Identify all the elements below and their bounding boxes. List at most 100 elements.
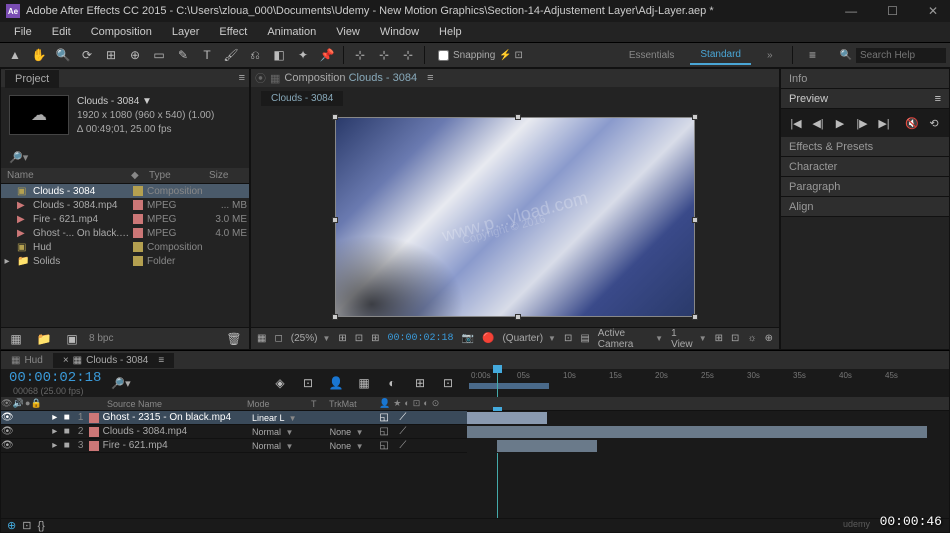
parent-col-icon[interactable]: ⊙ (432, 398, 440, 409)
channel-icon[interactable]: 🔴 (482, 333, 494, 344)
menu-help[interactable]: Help (431, 24, 470, 40)
zoom-tool-icon[interactable]: 🔍 (52, 45, 74, 65)
grid-icon[interactable]: ⊞ (371, 333, 379, 344)
viewer-time[interactable]: 00:00:02:18 (388, 333, 454, 344)
expand-layer-icon[interactable]: ▸ (49, 412, 61, 423)
brainstorm-icon[interactable]: ⊡ (437, 373, 459, 393)
comp-menu-icon[interactable]: ≡ (427, 72, 433, 84)
label-color-icon[interactable] (133, 200, 143, 210)
search-input[interactable] (856, 48, 946, 63)
selection-tool-icon[interactable]: ▲ (4, 45, 26, 65)
transform-handle[interactable] (515, 314, 521, 320)
workspace-standard[interactable]: Standard (690, 46, 751, 65)
transform-handle[interactable] (332, 314, 338, 320)
workspace-essentials[interactable]: Essentials (619, 47, 685, 64)
maximize-button[interactable]: ☐ (881, 4, 904, 18)
switch-normal-icon[interactable]: ◱ (379, 412, 399, 423)
new-folder-icon[interactable]: 📁 (33, 329, 55, 349)
minimize-button[interactable]: — (839, 4, 863, 18)
layer-row[interactable]: 👁▸■2Clouds - 3084.mp4Normal ▼None ▼◱⟋ (1, 425, 949, 439)
prev-frame-icon[interactable]: ◀| (811, 116, 825, 130)
label-color-icon[interactable] (133, 228, 143, 238)
workspace-menu-icon[interactable]: ≡ (802, 45, 824, 65)
mute-icon[interactable]: 🔇 (905, 116, 919, 130)
next-frame-icon[interactable]: |▶ (855, 116, 869, 130)
work-area-bar[interactable] (469, 383, 549, 389)
roto-tool-icon[interactable]: ✦ (292, 45, 314, 65)
timeline-tab-clouds[interactable]: × ▦ Clouds - 3084 ≡ (53, 353, 174, 368)
layer-duration-bar[interactable] (467, 426, 927, 438)
timeline-icon[interactable]: ▤ (580, 333, 589, 344)
new-comp-icon[interactable]: ▣ (61, 329, 83, 349)
transform-handle[interactable] (332, 217, 338, 223)
switch-fx-icon[interactable]: ⟋ (399, 440, 419, 451)
text-tool-icon[interactable]: T (196, 45, 218, 65)
shy-switch-icon[interactable]: 👤 (379, 398, 390, 409)
alpha-toggle-icon[interactable]: ▦ (257, 333, 266, 344)
clone-tool-icon[interactable]: ⎌ (244, 45, 266, 65)
frame-blend-icon[interactable]: ▦ (353, 373, 375, 393)
expand-layer-icon[interactable]: ▸ (49, 440, 61, 451)
switch-fx-icon[interactable]: ⟋ (399, 426, 419, 437)
first-frame-icon[interactable]: |◀ (789, 116, 803, 130)
toggle-switches-icon[interactable]: ⊕ (7, 519, 16, 532)
render-toggle-icon[interactable]: ◻ (274, 333, 282, 344)
interpret-footage-icon[interactable]: ▦ (5, 329, 27, 349)
effects-panel-header[interactable]: Effects & Presets (781, 137, 949, 157)
snapping-checkbox[interactable] (438, 50, 449, 61)
preview-panel-header[interactable]: Preview ≡ (781, 89, 949, 109)
snapshot-icon[interactable]: 📷 (462, 333, 474, 344)
workspace-more[interactable]: » (757, 47, 783, 64)
bpc-label[interactable]: 8 bpc (89, 333, 113, 344)
exposure-icon[interactable]: ☼ (747, 333, 756, 344)
col-t[interactable]: T (311, 399, 329, 409)
info-panel-header[interactable]: Info (781, 69, 949, 89)
transform-handle[interactable] (692, 314, 698, 320)
views-dropdown[interactable]: 1 View▼ (671, 328, 707, 350)
character-panel-header[interactable]: Character (781, 157, 949, 177)
panel-menu-icon[interactable]: ≡ (239, 72, 245, 84)
video-col-icon[interactable]: 👁 (1, 398, 12, 409)
local-axis-icon[interactable]: ⊹ (349, 45, 371, 65)
close-button[interactable]: ✕ (922, 4, 944, 18)
project-search-icon[interactable]: 🔎▾ (9, 151, 28, 164)
playhead[interactable] (497, 369, 498, 397)
switch-normal-icon[interactable]: ◱ (379, 440, 399, 451)
blend-mode-dropdown[interactable]: Normal ▼ (252, 427, 312, 437)
layer-name[interactable]: Ghost - 2315 - On black.mp4 (103, 412, 252, 423)
project-item[interactable]: ▶Ghost -... On black.mp4MPEG4.0 ME (1, 226, 249, 240)
video-toggle-icon[interactable]: 👁 (1, 440, 13, 451)
time-ruler[interactable]: 0:00s05s10s15s20s25s30s35s40s45s (467, 369, 949, 397)
comp-panel-lock-icon[interactable]: ▦ (270, 72, 280, 85)
draft-3d-icon[interactable]: ⊡ (297, 373, 319, 393)
label-color-icon[interactable] (133, 186, 143, 196)
shy-icon[interactable]: 👤 (325, 373, 347, 393)
play-icon[interactable]: ▶ (833, 116, 847, 130)
camera-dropdown[interactable]: Active Camera▼ (598, 328, 663, 350)
col-mode[interactable]: Mode (247, 399, 311, 409)
hand-tool-icon[interactable]: ✋ (28, 45, 50, 65)
track-matte-dropdown[interactable]: None ▼ (330, 427, 380, 437)
menu-composition[interactable]: Composition (83, 24, 160, 40)
label-color-icon[interactable] (133, 214, 143, 224)
project-item[interactable]: ▶Fire - 621.mp4MPEG3.0 ME (1, 212, 249, 226)
lock-col-icon[interactable]: 🔒 (30, 398, 41, 409)
pen-tool-icon[interactable]: ✎ (172, 45, 194, 65)
fast-preview-icon[interactable]: ⊡ (564, 333, 572, 344)
motion-blur-icon[interactable]: ◐ (381, 373, 403, 393)
puppet-tool-icon[interactable]: 📌 (316, 45, 338, 65)
eraser-tool-icon[interactable]: ◧ (268, 45, 290, 65)
label-color-icon[interactable] (133, 256, 143, 266)
switch-normal-icon[interactable]: ◱ (379, 426, 399, 437)
comp-panel-grip-icon[interactable]: ⦿ (255, 70, 266, 86)
expand-icon[interactable]: ⊡ (22, 519, 31, 532)
roi-icon[interactable]: ⊡ (355, 333, 363, 344)
project-tab[interactable]: Project (5, 69, 59, 88)
layer-duration-bar[interactable] (467, 412, 547, 424)
col-trkmat[interactable]: TrkMat (329, 399, 379, 409)
col-source-name[interactable]: Source Name (107, 399, 247, 409)
brush-tool-icon[interactable]: 🖌 (220, 45, 242, 65)
graph-editor-icon[interactable]: ⊞ (409, 373, 431, 393)
composition-viewer[interactable]: Copyright © 2016 (251, 106, 779, 327)
label-color-icon[interactable] (133, 242, 143, 252)
